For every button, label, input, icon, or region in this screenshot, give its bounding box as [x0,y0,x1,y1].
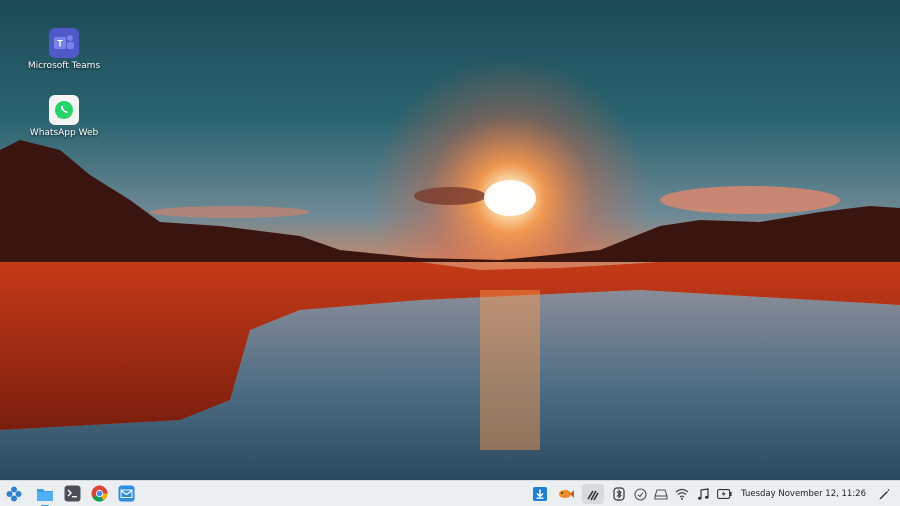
pen-icon [879,489,890,500]
wifi-tray-button[interactable] [672,484,692,504]
app-launcher-icon [6,486,22,501]
files-icon [37,488,53,501]
download-icon [533,487,548,501]
bluetooth-tray-button[interactable] [609,484,629,504]
clock[interactable]: Tuesday November 12, 11:26 [741,489,866,499]
taskbar-mail-button[interactable] [115,483,137,505]
whatsapp-icon [49,95,79,125]
taskbar-files-button[interactable] [34,483,56,506]
bluetooth-icon [613,487,625,501]
music-tray-button[interactable] [693,484,713,504]
desktop-icon-label: Microsoft Teams [27,61,101,71]
desktop-icon-whatsapp-web[interactable]: WhatsApp Web [24,95,104,139]
check-tray-button[interactable] [630,484,650,504]
music-icon [698,487,709,500]
taskbar: Tuesday November 12, 11:26 [0,480,900,506]
fish-tray-button[interactable] [556,484,576,504]
download-tray-button[interactable] [530,484,550,504]
drive-tray-button[interactable] [651,484,671,504]
taskbar-terminal-button[interactable] [61,483,83,505]
system-tray: Tuesday November 12, 11:26 [530,481,900,506]
desktop-icon-microsoft-teams[interactable]: T Microsoft Teams [24,28,104,72]
battery-icon [716,489,732,499]
svg-text:T: T [57,39,63,49]
taskbar-chrome-button[interactable] [88,483,110,505]
desktop-icon-label: WhatsApp Web [29,128,99,138]
battery-tray-button[interactable] [714,484,734,504]
check-icon [634,487,647,501]
app-launcher-button[interactable] [3,483,25,505]
wifi-icon [675,488,689,500]
mail-icon [118,485,134,502]
fish-icon [559,490,575,498]
chrome-icon [91,485,107,502]
tools-tray-button[interactable] [582,484,605,504]
pen-tray-button[interactable] [874,484,894,504]
terminal-icon [64,485,80,502]
tools-icon [587,490,599,501]
desktop-wallpaper [0,0,900,480]
microsoft-teams-icon: T [49,28,79,58]
drive-icon [654,489,668,500]
